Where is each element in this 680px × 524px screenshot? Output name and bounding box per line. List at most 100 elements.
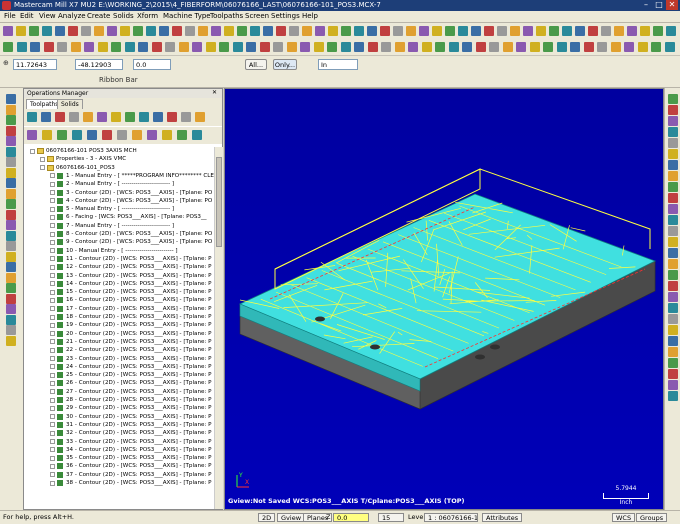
toolbar-icon[interactable] (6, 136, 16, 146)
toolbar-icon[interactable] (224, 26, 234, 36)
toolbar-icon[interactable] (138, 42, 148, 52)
toolbar-icon[interactable] (246, 42, 256, 52)
toolbar-icon[interactable] (406, 26, 416, 36)
expand-icon[interactable] (40, 156, 45, 162)
tree-row[interactable]: 9 - Contour (2D) - [WCS: POS3___AXIS] - … (24, 238, 214, 246)
toolbar-icon[interactable] (3, 42, 13, 52)
toolbar-icon[interactable] (484, 26, 494, 36)
toolbar-icon[interactable] (125, 112, 135, 122)
expand-icon[interactable] (50, 364, 55, 370)
toolbar-icon[interactable] (668, 303, 678, 313)
toolbar-icon[interactable] (111, 42, 121, 52)
tree-row[interactable]: 2 - Manual Entry - [ -------------------… (24, 180, 214, 188)
toolbar-icon[interactable] (6, 220, 16, 230)
tree-row[interactable]: 27 - Contour (2D) - [WCS: POS3___AXIS] -… (24, 388, 214, 396)
toolbar-icon[interactable] (601, 26, 611, 36)
toolbar-icon[interactable] (516, 42, 526, 52)
expand-icon[interactable] (50, 281, 55, 287)
toolbar-icon[interactable] (84, 42, 94, 52)
expand-icon[interactable] (50, 463, 55, 469)
expand-icon[interactable] (50, 372, 55, 378)
toolbar-icon[interactable] (69, 112, 79, 122)
close-button[interactable]: ✕ (666, 0, 678, 10)
menu-analyze[interactable]: Analyze (58, 12, 86, 20)
tree-row[interactable]: 22 - Contour (2D) - [WCS: POS3___AXIS] -… (24, 346, 214, 354)
toolbar-icon[interactable] (192, 130, 202, 140)
toolbar-icon[interactable] (205, 42, 216, 52)
tree-row[interactable]: 15 - Contour (2D) - [WCS: POS3___AXIS] -… (24, 288, 214, 296)
tree-row[interactable]: 16 - Contour (2D) - [WCS: POS3___AXIS] -… (24, 296, 214, 304)
toolbar-icon[interactable] (549, 26, 559, 36)
toolbar-icon[interactable] (6, 251, 16, 262)
tab-solids[interactable]: Solids (57, 99, 83, 109)
toolbar-icon[interactable] (6, 157, 16, 167)
toolbar-icon[interactable] (133, 26, 143, 36)
toolbar-icon[interactable] (41, 112, 51, 122)
expand-icon[interactable] (50, 347, 55, 353)
expand-icon[interactable] (50, 472, 55, 478)
tree-row[interactable]: 36 - Contour (2D) - [WCS: POS3___AXIS] -… (24, 462, 214, 470)
toolbar-icon[interactable] (510, 26, 520, 36)
toolbar-icon[interactable] (151, 42, 162, 52)
toolbar-icon[interactable] (575, 26, 585, 36)
toolbar-icon[interactable] (668, 94, 678, 104)
toolbar-icon[interactable] (471, 26, 481, 36)
toolbar-icon[interactable] (300, 42, 310, 52)
toolbar-icon[interactable] (57, 130, 67, 140)
toolbar-icon[interactable] (327, 42, 337, 52)
expand-icon[interactable] (50, 239, 55, 245)
toolbar-icon[interactable] (668, 237, 678, 247)
menu-solids[interactable]: Solids (113, 12, 134, 20)
toolbar-icon[interactable] (162, 130, 172, 140)
tree-row[interactable]: 35 - Contour (2D) - [WCS: POS3___AXIS] -… (24, 454, 214, 462)
menu-view[interactable]: View (39, 12, 56, 20)
tree-row[interactable]: 1 - Manual Entry - [ *****PROGRAM INFO**… (24, 172, 214, 180)
toolbar-icon[interactable] (94, 26, 104, 36)
toolbar-icon[interactable] (668, 391, 678, 401)
expand-icon[interactable] (50, 173, 55, 179)
toolbar-icon[interactable] (139, 112, 149, 122)
attributes-button[interactable]: Attributes (482, 513, 523, 522)
expand-icon[interactable] (50, 264, 55, 270)
toolbar-icon[interactable] (367, 42, 378, 52)
expand-icon[interactable] (50, 331, 55, 337)
toolbar-icon[interactable] (315, 26, 325, 36)
toolbar-icon[interactable] (668, 215, 678, 225)
toolbar-icon[interactable] (117, 130, 127, 140)
toolbar-icon[interactable] (502, 42, 513, 52)
toolbar-icon[interactable] (668, 127, 678, 137)
level-field[interactable]: 1 : 06076166-1 (424, 513, 478, 522)
tree-row[interactable]: 5 - Manual Entry - [ -------------------… (24, 205, 214, 213)
wcs-button[interactable]: WCS (612, 513, 636, 522)
tree-row[interactable]: 19 - Contour (2D) - [WCS: POS3___AXIS] -… (24, 321, 214, 329)
tree-scrollbar[interactable] (214, 147, 223, 509)
expand-icon[interactable] (50, 356, 55, 361)
toolbar-icon[interactable] (6, 104, 16, 115)
toolbar-icon[interactable] (167, 112, 177, 122)
toolbar-icon[interactable] (6, 94, 16, 104)
toolbar-icon[interactable] (177, 130, 187, 140)
expand-icon[interactable] (50, 389, 55, 395)
tree-row[interactable]: 7 - Manual Entry - [ -------------------… (24, 222, 214, 230)
toolbar-icon[interactable] (562, 26, 572, 36)
toolbar-icon[interactable] (195, 112, 205, 122)
tree-row[interactable]: 4 - Contour (2D) - [WCS: POS3___AXIS] - … (24, 197, 214, 205)
toolbar-icon[interactable] (393, 26, 403, 36)
tree-row[interactable]: 34 - Contour (2D) - [WCS: POS3___AXIS] -… (24, 446, 214, 454)
toolbar-icon[interactable] (263, 26, 273, 36)
menu-toolpaths[interactable]: Toolpaths (210, 12, 243, 20)
tree-row[interactable]: 28 - Contour (2D) - [WCS: POS3___AXIS] -… (24, 396, 214, 404)
color-field[interactable]: 15 (378, 513, 404, 522)
toolbar-icon[interactable] (381, 42, 391, 52)
graphics-viewport[interactable]: YX Gview:Not Saved WCS:POS3___AXIS T/Cpl… (224, 88, 664, 510)
expand-icon[interactable] (50, 314, 55, 320)
toolbar-icon[interactable] (668, 138, 678, 148)
toolbar-icon[interactable] (27, 112, 37, 122)
tree-row[interactable]: 38 - Contour (2D) - [WCS: POS3___AXIS] -… (24, 479, 214, 487)
expand-icon[interactable] (50, 223, 55, 229)
toolbar-icon[interactable] (219, 42, 229, 52)
toolbar-icon[interactable] (159, 26, 169, 36)
expand-icon[interactable] (50, 306, 55, 312)
toolbar-icon[interactable] (6, 283, 16, 293)
toolbar-icon[interactable] (250, 26, 260, 36)
